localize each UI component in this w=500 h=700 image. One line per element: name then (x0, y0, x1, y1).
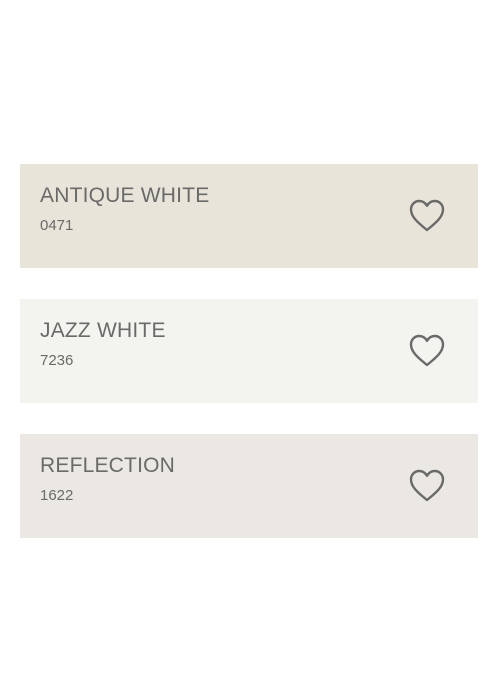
favorite-button[interactable] (408, 332, 446, 370)
color-swatch-list: ANTIQUE WHITE 0471 JAZZ WHITE 7236 REFLE… (20, 164, 478, 538)
heart-outline-icon (409, 469, 445, 502)
heart-outline-icon (409, 334, 445, 367)
swatch-name: REFLECTION (40, 454, 176, 477)
favorite-button[interactable] (408, 197, 446, 235)
swatch-card-jazz-white[interactable]: JAZZ WHITE 7236 (20, 299, 478, 403)
favorite-button[interactable] (408, 467, 446, 505)
swatch-name: JAZZ WHITE (40, 319, 166, 342)
swatch-code: 0471 (40, 217, 74, 234)
swatch-code: 7236 (40, 352, 74, 369)
swatch-name: ANTIQUE WHITE (40, 184, 210, 207)
swatch-card-antique-white[interactable]: ANTIQUE WHITE 0471 (20, 164, 478, 268)
heart-outline-icon (409, 199, 445, 232)
swatch-code: 1622 (40, 487, 74, 504)
swatch-card-reflection[interactable]: REFLECTION 1622 (20, 434, 478, 538)
